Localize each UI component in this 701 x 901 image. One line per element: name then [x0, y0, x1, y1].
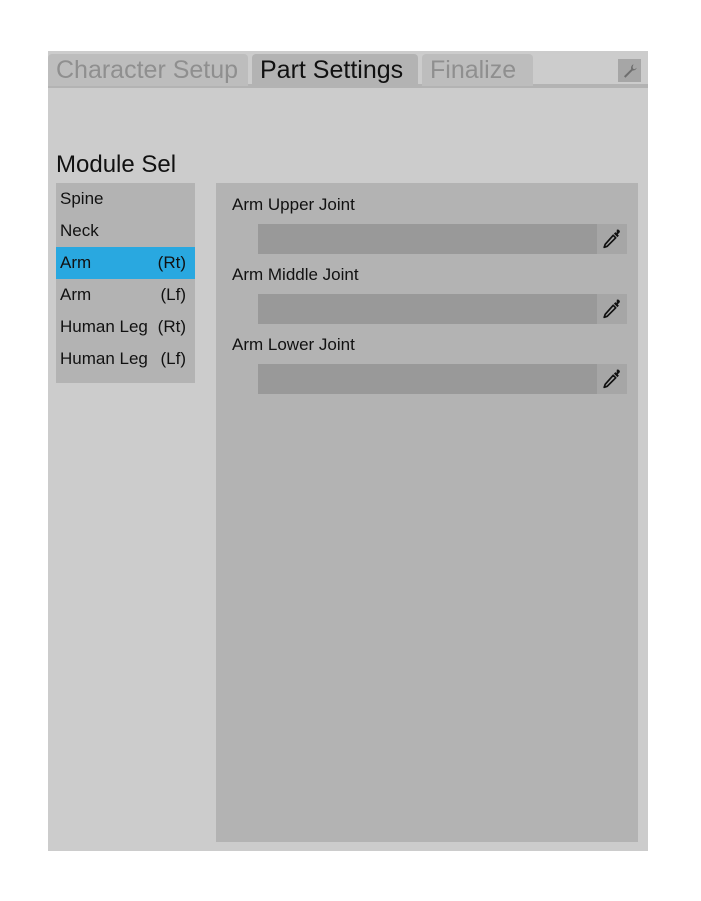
tab-finalize[interactable]: Finalize — [422, 54, 533, 86]
arm-lower-joint-pick-button[interactable] — [597, 364, 627, 394]
module-item-name: Human Leg — [60, 317, 148, 336]
module-item-side: (Rt) — [157, 253, 186, 272]
module-item-side: (Lf) — [160, 285, 187, 304]
arm-middle-joint-pick-button[interactable] — [597, 294, 627, 324]
module-section-title: Module Sel — [56, 151, 177, 178]
module-item-name: Arm — [60, 285, 92, 304]
tab-part-settings[interactable]: Part Settings — [252, 54, 418, 86]
module-item-arm-lf[interactable]: Arm (Lf) — [56, 279, 195, 311]
arm-middle-joint-field[interactable] — [258, 294, 627, 324]
arm-upper-joint-pick-button[interactable] — [597, 224, 627, 254]
eyedropper-icon — [603, 299, 620, 319]
arm-lower-joint-label: Arm Lower Joint — [232, 335, 355, 354]
arm-middle-joint-label: Arm Middle Joint — [232, 265, 359, 284]
part-settings-panel: Character Setup Part Settings Finalize M… — [48, 51, 648, 851]
wrench-icon — [623, 63, 637, 78]
tab-bar: Character Setup Part Settings Finalize — [48, 51, 648, 88]
module-item-side: (Rt) — [157, 317, 186, 336]
module-list: Spine Neck Arm (Rt) Arm (Lf) Human Leg (… — [56, 183, 195, 383]
module-item-human-leg-rt[interactable]: Human Leg (Rt) — [56, 311, 195, 343]
module-item-name: Arm — [60, 253, 92, 272]
module-item-arm-rt[interactable]: Arm (Rt) — [56, 247, 195, 279]
eyedropper-icon — [603, 369, 620, 389]
module-item-spine[interactable]: Spine — [56, 183, 195, 215]
eyedropper-icon — [603, 229, 620, 249]
module-item-neck[interactable]: Neck — [56, 215, 195, 247]
tab-character-setup[interactable]: Character Setup — [48, 54, 248, 86]
module-item-name: Spine — [60, 189, 104, 208]
module-item-human-leg-lf[interactable]: Human Leg (Lf) — [56, 343, 195, 375]
arm-upper-joint-field[interactable] — [258, 224, 627, 254]
module-item-name: Human Leg — [60, 349, 148, 368]
module-item-side: (Lf) — [160, 349, 187, 368]
module-item-name: Neck — [60, 221, 99, 240]
joint-settings-section: Arm Upper Joint Arm Middle Joint Arm Low… — [216, 183, 638, 842]
arm-upper-joint-label: Arm Upper Joint — [232, 195, 355, 214]
settings-button[interactable] — [618, 59, 641, 82]
arm-lower-joint-field[interactable] — [258, 364, 627, 394]
